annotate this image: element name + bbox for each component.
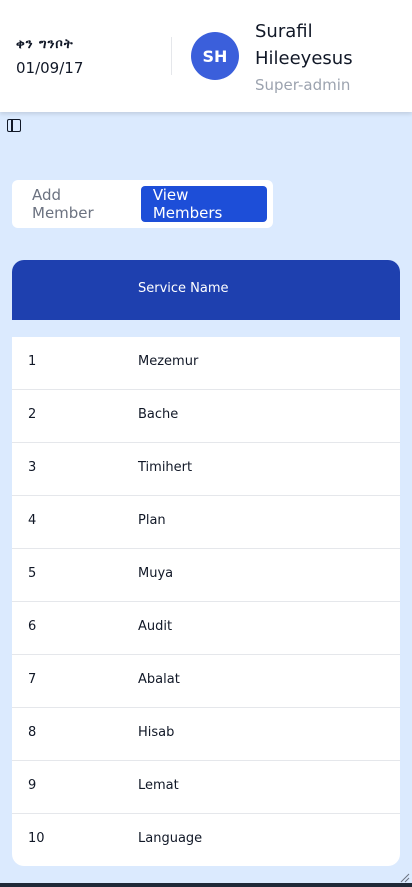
tab-view-members[interactable]: View Members: [140, 186, 267, 222]
user-name-first: Surafil: [255, 21, 313, 42]
row-number: 3: [28, 460, 37, 475]
row-number: 5: [28, 566, 37, 581]
row-number: 4: [28, 513, 37, 528]
service-name: Timihert: [138, 460, 193, 475]
column-header-service-name: Service Name: [138, 281, 229, 296]
table-row[interactable]: 1 Mezemur: [12, 337, 400, 390]
user-info: Surafil Hileeyesus Super-admin: [255, 18, 405, 97]
resize-handle-icon[interactable]: [398, 871, 410, 883]
avatar[interactable]: SH: [191, 32, 239, 80]
table-row[interactable]: 2 Bache: [12, 390, 400, 443]
service-name: Mezemur: [138, 354, 199, 369]
date-label: ቀን ግንቦት: [16, 37, 74, 52]
tab-add-member[interactable]: Add Member: [20, 186, 133, 222]
service-name: Bache: [138, 407, 179, 422]
table-row[interactable]: 4 Plan: [12, 496, 400, 549]
header-divider: [171, 37, 172, 75]
row-number: 6: [28, 619, 37, 634]
row-number: 9: [28, 778, 37, 793]
row-number: 10: [28, 831, 45, 846]
service-name: Hisab: [138, 725, 175, 740]
table-row[interactable]: 6 Audit: [12, 602, 400, 655]
date-value: 01/09/17: [16, 59, 84, 77]
user-role: Super-admin: [255, 76, 351, 94]
sidebar-toggle-icon[interactable]: [7, 119, 21, 132]
row-number: 1: [28, 354, 37, 369]
user-name-last: Hileeyesus: [255, 48, 353, 69]
service-name: Audit: [138, 619, 173, 634]
services-table: 1 Mezemur 2 Bache 3 Timihert 4 Plan 5 Mu…: [12, 337, 400, 866]
table-row[interactable]: 10 Language: [12, 814, 400, 866]
table-row[interactable]: 9 Lemat: [12, 761, 400, 814]
table-row[interactable]: 7 Abalat: [12, 655, 400, 708]
member-tabs: Add Member View Members: [12, 180, 273, 228]
service-name: Abalat: [138, 672, 180, 687]
row-number: 2: [28, 407, 37, 422]
service-name: Plan: [138, 513, 166, 528]
row-number: 7: [28, 672, 37, 687]
page: ቀን ግንቦት 01/09/17 SH Surafil Hileeyesus S…: [0, 0, 412, 887]
date-block: ቀን ግንቦት 01/09/17: [16, 36, 83, 78]
table-row[interactable]: 3 Timihert: [12, 443, 400, 496]
service-name: Lemat: [138, 778, 179, 793]
bottom-bar: [0, 883, 412, 887]
top-header: ቀን ግንቦት 01/09/17 SH Surafil Hileeyesus S…: [0, 0, 412, 112]
table-row[interactable]: 5 Muya: [12, 549, 400, 602]
table-row[interactable]: 8 Hisab: [12, 708, 400, 761]
row-number: 8: [28, 725, 37, 740]
service-name: Muya: [138, 566, 174, 581]
service-name: Language: [138, 831, 203, 846]
table-header: Service Name: [12, 260, 400, 320]
